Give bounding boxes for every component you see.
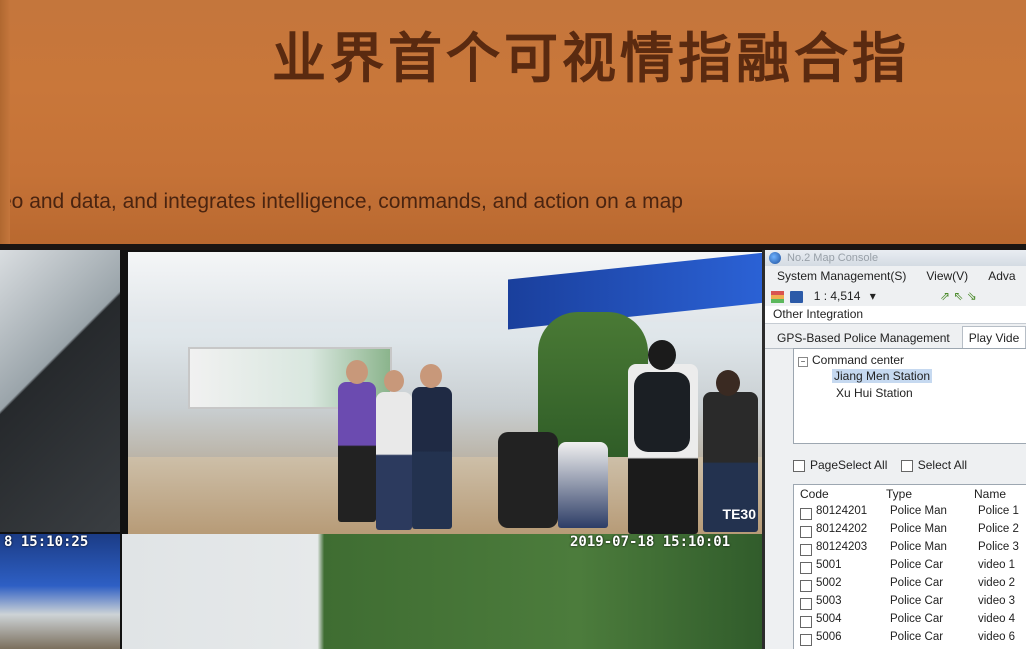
visitor — [498, 432, 558, 528]
tile-label-te30: TE30 — [722, 506, 756, 522]
table-row[interactable]: 80124203 Police Man Police 3 — [794, 541, 1026, 559]
row-checkbox[interactable] — [800, 616, 812, 628]
map-scale[interactable]: 1 : 4,514 — [814, 289, 861, 303]
timestamp-bottom-left: 8 15:10:25 — [4, 534, 89, 550]
visitor-head — [420, 364, 442, 388]
tree-node-label: Xu Hui Station — [836, 386, 913, 400]
globe-icon — [769, 252, 781, 264]
cell-name: Police 1 — [978, 505, 1019, 517]
save-icon[interactable] — [790, 290, 804, 303]
table-row[interactable]: 5002 Police Car video 2 — [794, 577, 1026, 595]
pan-arrows-icon[interactable]: ⇗ ⇖ ⇘ — [940, 286, 977, 306]
console-tabs: GPS-Based Police Management Play Vide — [765, 324, 1026, 349]
cell-code: 80124202 — [816, 523, 868, 535]
console-toolbar: 1 : 4,514 ▾ ⇗ ⇖ ⇘ — [765, 286, 1026, 306]
device-table: Code Type Name 80124201 Police Man Police … — [793, 484, 1026, 649]
tree-node-jiang-men[interactable]: Jiang Men Station — [832, 369, 933, 383]
timestamp-bottom-center: 2019-07-18 15:10:01 — [570, 534, 731, 550]
cell-code: 5003 — [816, 595, 842, 607]
cell-code: 80124203 — [816, 541, 868, 553]
cell-type: Police Car — [890, 577, 944, 589]
row-checkbox[interactable] — [800, 580, 812, 592]
select-all-label: Select All — [917, 458, 968, 472]
visitor — [412, 387, 452, 529]
console-title-bar: No.2 Map Console — [765, 250, 1026, 266]
tree-node-command-center[interactable]: − Command center — [798, 353, 904, 367]
menu-system-management[interactable]: System Management(S) — [777, 269, 906, 283]
menu-advanced[interactable]: Adva — [988, 269, 1015, 283]
visitor-head — [384, 370, 404, 392]
visitor-head — [346, 360, 368, 384]
row-checkbox[interactable] — [800, 634, 812, 646]
layers-icon[interactable] — [771, 290, 784, 303]
visitor — [338, 382, 376, 522]
cell-type: Police Car — [890, 613, 944, 625]
tree-node-label: Command center — [812, 353, 905, 367]
row-checkbox[interactable] — [800, 544, 812, 556]
console-title: No.2 Map Console — [787, 252, 879, 264]
chevron-down-icon[interactable]: ▾ — [870, 289, 876, 303]
tab-gps-police-management[interactable]: GPS-Based Police Management — [771, 326, 956, 350]
organization-tree: − Command center Jiang Men Station Xu Hui… — [793, 348, 1026, 444]
video-tile-bottom-left: 8 15:10:25 — [0, 534, 120, 649]
tree-node-label: Jiang Men Station — [832, 369, 933, 383]
menu-view[interactable]: View(V) — [926, 269, 968, 283]
banner-chinese-headline: 业界首个可视情指融合指 — [272, 27, 910, 90]
cell-type: Police Man — [890, 541, 947, 553]
cell-name: video 6 — [978, 631, 1016, 643]
video-tile-left — [0, 250, 120, 532]
table-row[interactable]: 5001 Police Car video 1 — [794, 559, 1026, 577]
visitor — [558, 442, 608, 528]
column-header-name[interactable]: Name — [974, 487, 1006, 501]
cell-type: Police Car — [890, 559, 944, 571]
cell-code: 5004 — [816, 613, 842, 625]
table-row[interactable]: 80124202 Police Man Police 2 — [794, 523, 1026, 541]
column-header-code[interactable]: Code — [800, 487, 829, 501]
row-checkbox[interactable] — [800, 598, 812, 610]
banner-english-line: eo and data, and integrates intelligence… — [0, 190, 683, 213]
cell-code: 5002 — [816, 577, 842, 589]
page-select-all-checkbox[interactable] — [793, 459, 805, 472]
cell-name: video 4 — [978, 613, 1016, 625]
exhibition-banner: 业界首个可视情指融合指 eo and data, and integrates … — [0, 0, 1026, 250]
cell-name: video 2 — [978, 577, 1016, 589]
table-row[interactable]: 5004 Police Car video 4 — [794, 613, 1026, 631]
tree-node-xu-hui[interactable]: Xu Hui Station — [836, 386, 913, 400]
table-row[interactable]: 5006 Police Car video 6 — [794, 631, 1026, 649]
backpack — [634, 372, 690, 452]
cell-code: 5001 — [816, 559, 842, 571]
page-select-all-label: PageSelect All — [810, 458, 888, 472]
visitor — [376, 392, 412, 530]
map-console-window: No.2 Map Console System Management(S) Vie… — [762, 250, 1026, 649]
cell-type: Police Car — [890, 631, 944, 643]
visitor-head — [648, 340, 676, 370]
cell-type: Police Man — [890, 523, 947, 535]
video-tile-main: TE30 — [128, 252, 766, 534]
cell-name: video 1 — [978, 559, 1016, 571]
row-checkbox[interactable] — [800, 508, 812, 520]
tab-play-video[interactable]: Play Vide — [961, 326, 1026, 349]
cell-name: Police 3 — [978, 541, 1019, 553]
table-row[interactable]: 5003 Police Car video 3 — [794, 595, 1026, 613]
cell-code: 80124201 — [816, 505, 868, 517]
video-tile-bottom-center: 2019-07-18 15:10:01 — [122, 534, 774, 649]
cell-code: 5006 — [816, 631, 842, 643]
cell-name: video 3 — [978, 595, 1016, 607]
cell-type: Police Man — [890, 505, 947, 517]
table-row[interactable]: 80124201 Police Man Police 1 — [794, 505, 1026, 523]
visitor-head — [716, 370, 740, 396]
cell-name: Police 2 — [978, 523, 1019, 535]
collapse-icon[interactable]: − — [798, 357, 808, 367]
row-checkbox[interactable] — [800, 562, 812, 574]
section-other-integration: Other Integration — [765, 306, 1026, 324]
selection-bar: PageSelect All Select All — [793, 458, 967, 472]
select-all-checkbox[interactable] — [900, 459, 913, 472]
console-menu-bar: System Management(S) View(V) Adva — [765, 266, 1026, 286]
row-checkbox[interactable] — [800, 526, 812, 538]
column-header-type[interactable]: Type — [886, 487, 912, 501]
cell-type: Police Car — [890, 595, 944, 607]
